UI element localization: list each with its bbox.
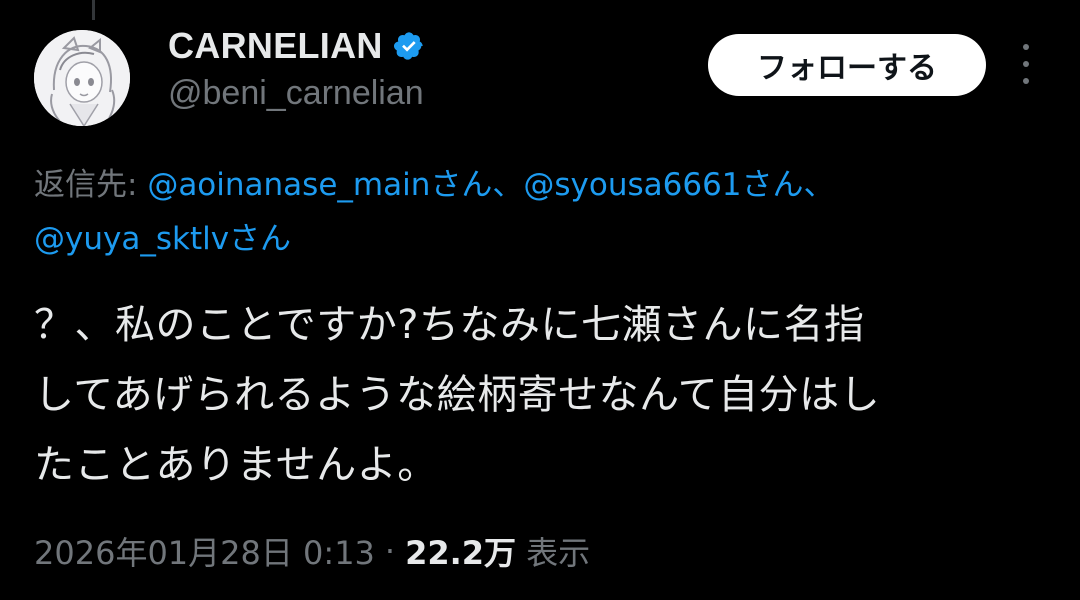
more-vertical-icon[interactable] — [1014, 44, 1038, 84]
views-label: 表示 — [526, 534, 591, 572]
tweet-body: ？、私のことですか?ちなみに七瀬さんに名指 してあげられるような絵柄寄せなんて自… — [34, 290, 1044, 500]
avatar[interactable] — [34, 30, 130, 126]
tweet-text-line: たことありませんよ。 — [34, 442, 438, 488]
timestamp[interactable]: 2026年01月28日 0:13 — [34, 528, 375, 574]
author-name-row[interactable]: CARNELIAN — [168, 24, 425, 68]
mention-link[interactable]: @aoinanase_mainさん — [147, 167, 492, 203]
mention-link[interactable]: @syousa6661さん — [523, 167, 803, 203]
more-dot — [1023, 61, 1029, 67]
mention-link[interactable]: @yuya_sktlvさん — [34, 221, 291, 257]
tweet-text-line: ？、私のことですか?ちなみに七瀬さんに名指 — [34, 302, 865, 348]
mention-separator: 、 — [803, 167, 835, 203]
author-display-name[interactable]: CARNELIAN — [168, 25, 383, 67]
views-count: 22.2万 — [405, 534, 517, 572]
tweet-meta: 2026年01月28日 0:13 · 22.2万 表示 — [34, 528, 590, 574]
reply-to-prefix: 返信先: — [34, 167, 138, 203]
avatar-illustration — [34, 30, 130, 126]
more-dot — [1023, 44, 1029, 50]
verified-badge-icon — [393, 32, 423, 60]
reply-to-line: 返信先: @aoinanase_mainさん、@syousa6661さん、 @y… — [34, 158, 1044, 266]
tweet-text-line: してあげられるような絵柄寄せなんて自分はし — [34, 372, 881, 418]
mention-separator: 、 — [492, 167, 524, 203]
author-handle[interactable]: @beni_carnelian — [168, 74, 424, 113]
follow-button[interactable]: フォローする — [708, 34, 986, 96]
thread-connector-line — [92, 0, 95, 20]
meta-separator: · — [384, 532, 396, 570]
more-dot — [1023, 78, 1029, 84]
